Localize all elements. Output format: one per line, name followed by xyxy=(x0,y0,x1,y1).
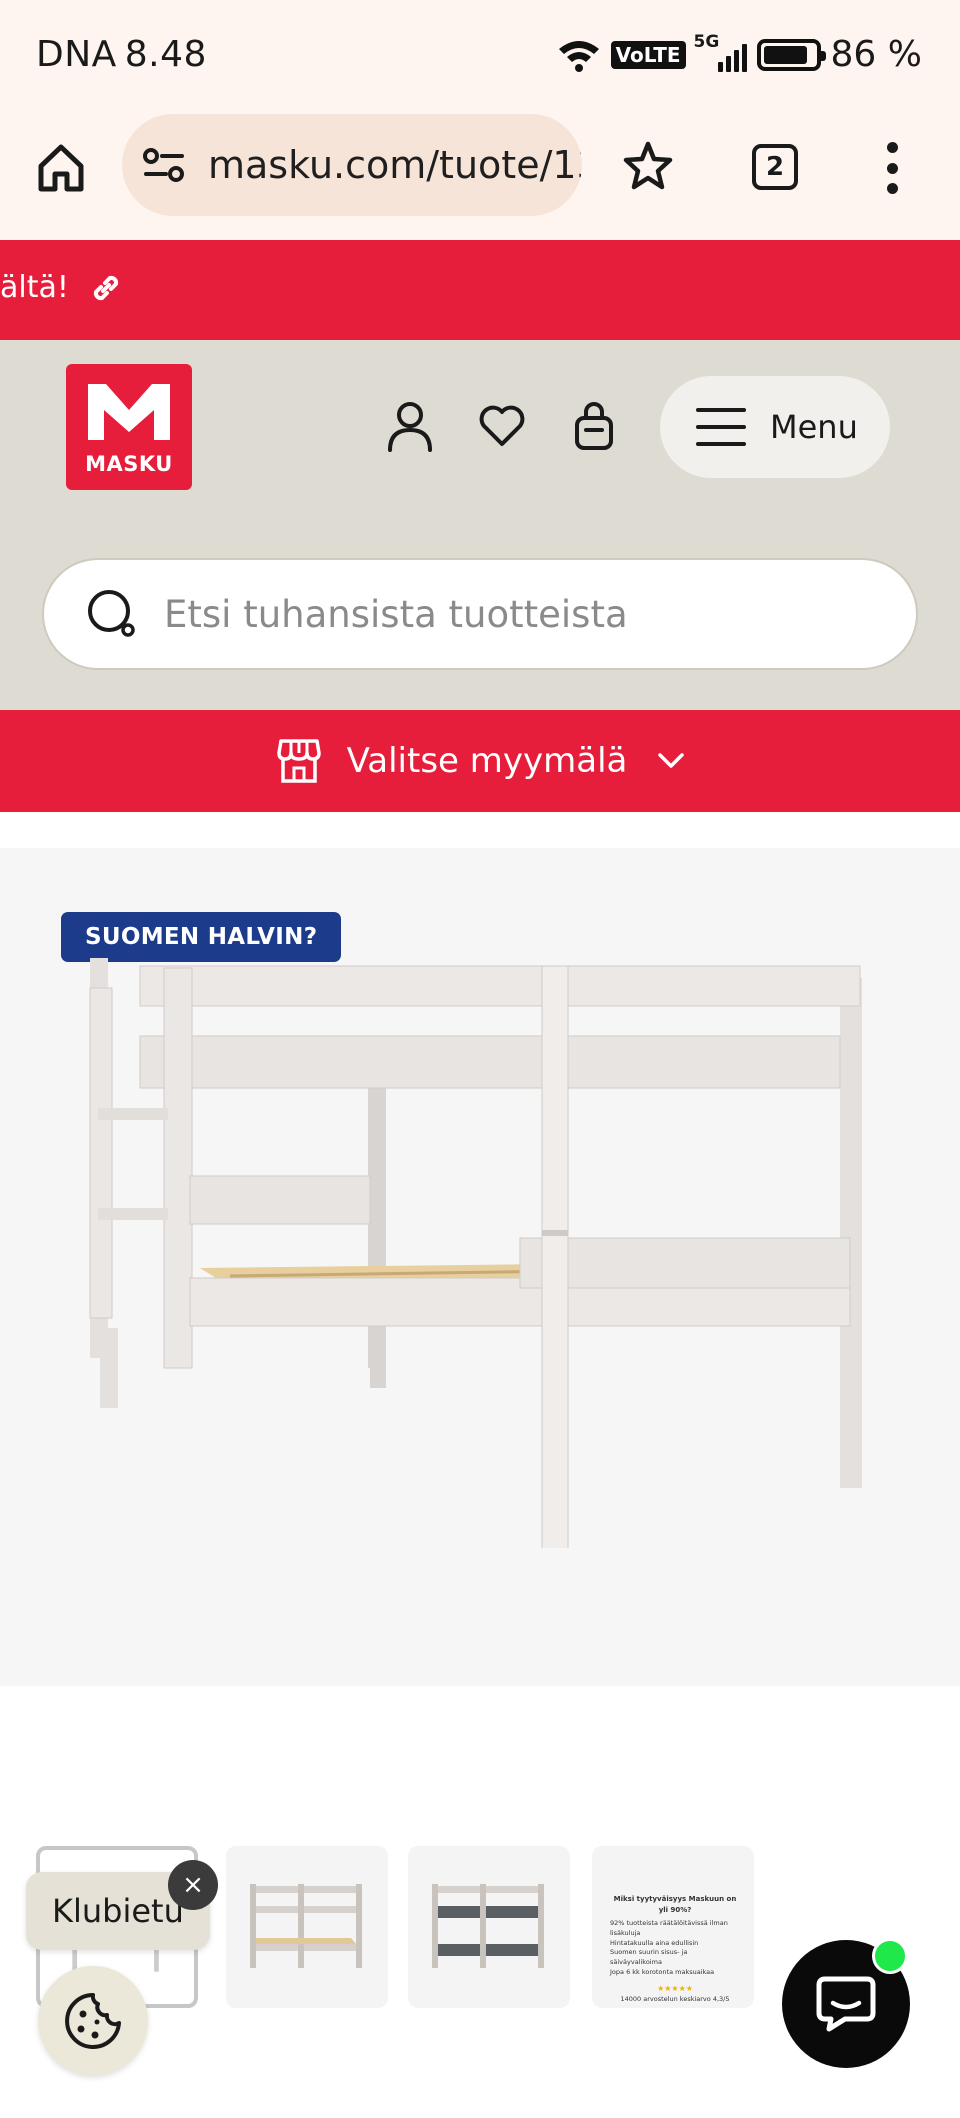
clock: 8.48 xyxy=(124,34,207,75)
online-status-dot xyxy=(872,1938,908,1974)
bunk-bed-image xyxy=(89,958,862,1548)
thumbnail-2[interactable] xyxy=(226,1846,388,2008)
status-left: DNA 8.48 xyxy=(36,34,207,75)
chat-bubble-icon xyxy=(816,1976,876,2032)
rating-stars-icon: ★★★★★ xyxy=(657,1983,693,1993)
network-type-label: 5G xyxy=(693,31,720,52)
wifi-icon xyxy=(558,40,599,72)
signal-5g-icon: 5G xyxy=(694,32,747,72)
account-icon[interactable] xyxy=(386,400,434,452)
tab-count: 2 xyxy=(765,152,785,182)
battery-fill xyxy=(763,45,807,64)
wishlist-heart-icon[interactable] xyxy=(478,400,526,452)
info-line: Jopa 6 kk korotonta maksuaikaa xyxy=(610,1967,715,1976)
shopping-bag-icon[interactable] xyxy=(570,400,618,452)
status-bar: DNA 8.48 VoLTE 5G 86 % xyxy=(0,0,960,114)
dot xyxy=(886,142,898,153)
bar xyxy=(696,442,746,446)
masku-logo[interactable]: MASKU xyxy=(66,364,192,490)
site-header: MASKU Menu xyxy=(0,340,960,710)
search-bar[interactable] xyxy=(42,558,918,670)
close-icon[interactable]: × xyxy=(168,1860,218,1910)
cookie-icon xyxy=(65,1993,121,2049)
bookmark-star-icon[interactable] xyxy=(622,140,674,192)
more-options-icon[interactable] xyxy=(884,142,900,194)
menu-button[interactable]: Menu xyxy=(660,376,890,478)
menu-label: Menu xyxy=(770,408,858,446)
info-line: 92% tuotteista räätälöitävissä ilman lis… xyxy=(610,1919,728,1937)
thumbnail-bed-image xyxy=(432,1884,544,1968)
site-settings-icon[interactable] xyxy=(142,147,186,183)
signal-bar xyxy=(741,43,747,72)
store-selector[interactable]: Valitse myymälä xyxy=(0,710,960,812)
info-title: Miksi tyytyväisyys Maskuun on yli 90%? xyxy=(613,1895,737,1914)
battery-icon xyxy=(756,38,826,71)
logo-text: MASKU xyxy=(85,452,173,476)
thumbnail-bed-image xyxy=(250,1884,362,1968)
bar xyxy=(696,425,746,429)
address-bar[interactable]: masku.com/tuote/13 xyxy=(122,114,582,216)
tab-switcher-button[interactable]: 2 xyxy=(752,144,798,190)
thumbnail-4[interactable]: Miksi tyytyväisyys Maskuun on yli 90%? 9… xyxy=(592,1846,754,2008)
store-icon xyxy=(276,739,321,783)
info-line: Suomen suurin sisus- ja säiväyvalikoima xyxy=(610,1948,688,1966)
info-rating: 14000 arvostelun keskiarvo 4,3/5 xyxy=(620,1994,730,2003)
thumbnail-3[interactable] xyxy=(408,1846,570,2008)
dot xyxy=(886,183,898,194)
klubietu-label: Klubietu xyxy=(52,1892,184,1930)
search-input[interactable] xyxy=(164,592,804,636)
url-text: masku.com/tuote/13 xyxy=(208,143,582,187)
signal-bar xyxy=(717,61,723,72)
cookie-settings-button[interactable] xyxy=(38,1966,148,2076)
promo-banner[interactable]: ältä! xyxy=(0,240,960,340)
carrier-label: DNA xyxy=(36,34,117,75)
promo-text: ältä! xyxy=(0,270,69,305)
home-icon[interactable] xyxy=(36,142,86,194)
search-icon xyxy=(88,590,135,637)
signal-bar xyxy=(725,55,731,72)
product-image[interactable]: SUOMEN HALVIN? xyxy=(0,848,960,1686)
bar xyxy=(696,408,746,412)
logo-m-mark xyxy=(88,384,170,440)
store-selector-label: Valitse myymälä xyxy=(346,741,628,781)
chevron-down-icon xyxy=(658,753,685,768)
thumbnail-info-card: Miksi tyytyväisyys Maskuun on yli 90%? 9… xyxy=(610,1894,740,2004)
info-line: Hintatakuulla aina edullisin xyxy=(610,1938,699,1947)
link-icon xyxy=(93,275,119,301)
status-right: VoLTE 5G 86 % xyxy=(557,32,922,75)
dot xyxy=(886,162,898,174)
volte-icon: VoLTE xyxy=(610,40,686,69)
signal-bar xyxy=(733,49,739,72)
browser-toolbar: masku.com/tuote/13 2 xyxy=(0,114,960,240)
hamburger-icon xyxy=(696,408,746,446)
battery-percent: 86 % xyxy=(830,34,922,75)
